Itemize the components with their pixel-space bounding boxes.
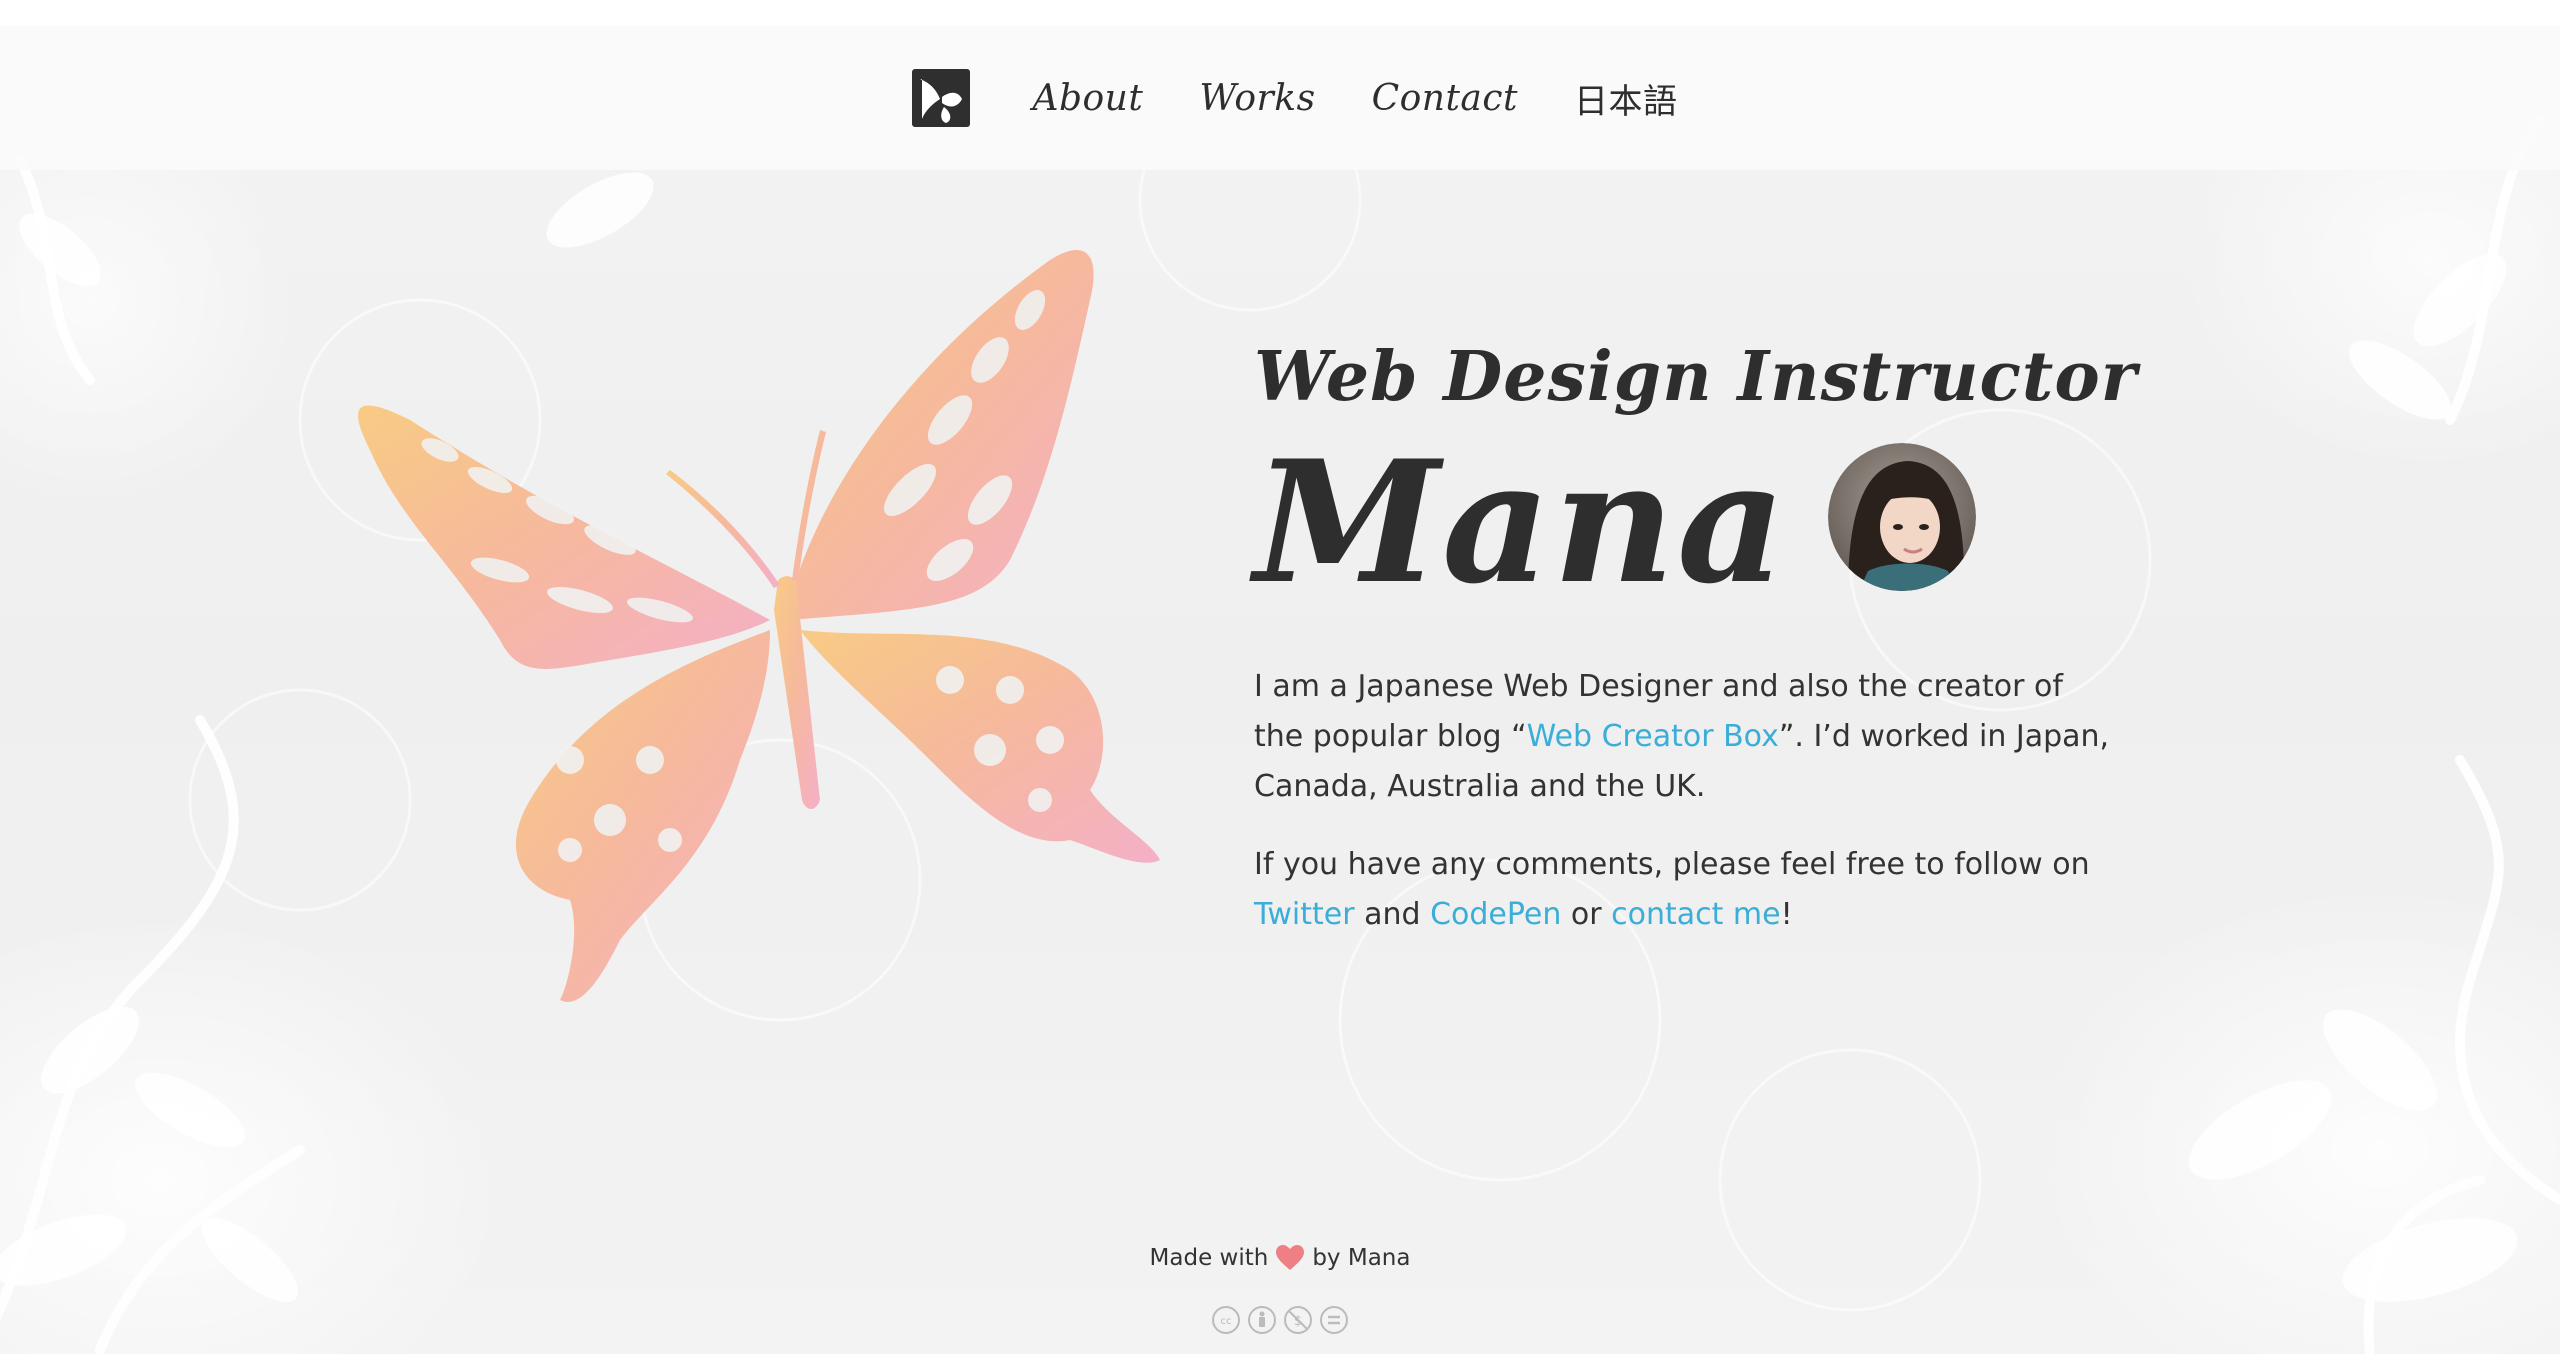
bio-paragraph-2: If you have any comments, please feel fr… <box>1254 840 2114 940</box>
nav-link-about[interactable]: About <box>1032 78 1143 119</box>
nc-icon: $ <box>1283 1305 1313 1335</box>
codepen-link[interactable]: CodePen <box>1430 897 1561 932</box>
web-creator-box-link[interactable]: Web Creator Box <box>1527 719 1779 754</box>
bio-text: or <box>1561 897 1612 932</box>
footer: Made with by Mana cc $ <box>0 1245 2560 1340</box>
contact-me-link[interactable]: contact me <box>1611 897 1780 932</box>
hero-name: Mana <box>1254 423 1788 621</box>
bio-text: ! <box>1780 897 1793 932</box>
top-band <box>0 0 2560 26</box>
heart-icon <box>1276 1245 1305 1270</box>
bio-paragraph-1: I am a Japanese Web Designer and also th… <box>1254 662 2114 812</box>
bio-text: If you have any comments, please feel fr… <box>1254 847 2090 882</box>
hero-section: Web Design Instructor Mana I am a Japane… <box>1254 332 2154 968</box>
twitter-link[interactable]: Twitter <box>1254 897 1355 932</box>
cc-icon: cc <box>1211 1305 1241 1335</box>
mana-logo-icon[interactable] <box>912 69 971 127</box>
avatar <box>1827 443 1976 591</box>
made-with-credit: Made with by Mana <box>1149 1245 1411 1271</box>
made-with-text: Made with <box>1149 1245 1269 1271</box>
nav-items: About Works Contact 日本語 <box>912 69 1677 127</box>
nd-icon <box>1319 1305 1349 1335</box>
by-icon <box>1247 1305 1277 1335</box>
by-author-text: by Mana <box>1312 1245 1411 1271</box>
hero-subtitle: Web Design Instructor <box>1254 337 2138 417</box>
nav-link-japanese[interactable]: 日本語 <box>1574 74 1678 123</box>
name-row: Mana <box>1254 423 2154 621</box>
bio: I am a Japanese Web Designer and also th… <box>1254 662 2114 940</box>
nav-link-works[interactable]: Works <box>1199 78 1315 119</box>
svg-text:cc: cc <box>1221 1316 1232 1327</box>
nav-link-contact[interactable]: Contact <box>1372 78 1518 119</box>
license-badges[interactable]: cc $ <box>1211 1305 1349 1335</box>
main-navigation: About Works Contact 日本語 <box>0 26 2560 170</box>
bio-text: and <box>1354 897 1431 932</box>
butterfly-illustration <box>358 249 1160 1002</box>
